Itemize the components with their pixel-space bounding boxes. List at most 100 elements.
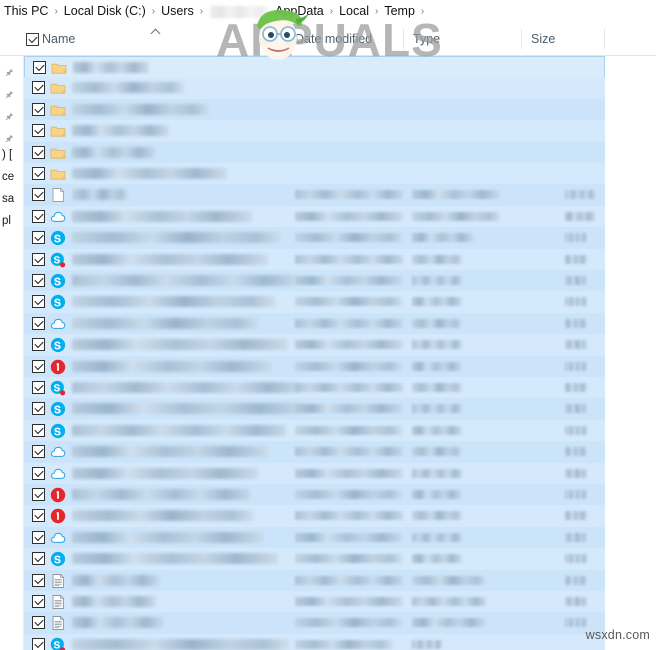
table-row[interactable] bbox=[24, 462, 605, 485]
column-header-date-modified[interactable]: Date modified bbox=[287, 23, 402, 55]
row-checkbox[interactable] bbox=[32, 338, 45, 352]
table-row[interactable] bbox=[24, 56, 605, 78]
breadcrumb-separator-icon[interactable]: › bbox=[149, 0, 158, 23]
table-row[interactable] bbox=[24, 334, 605, 357]
file-list[interactable] bbox=[24, 56, 656, 650]
row-checkbox[interactable] bbox=[32, 145, 45, 159]
table-row[interactable] bbox=[24, 612, 605, 635]
row-checkbox[interactable] bbox=[32, 445, 45, 459]
table-row[interactable] bbox=[24, 505, 605, 528]
table-row[interactable] bbox=[24, 526, 605, 549]
cell-date-modified-blurred bbox=[295, 233, 403, 243]
table-row[interactable] bbox=[24, 77, 605, 100]
table-row[interactable] bbox=[24, 484, 605, 506]
column-divider[interactable] bbox=[521, 29, 522, 49]
breadcrumb-separator-icon[interactable]: › bbox=[197, 0, 206, 23]
row-checkbox[interactable] bbox=[32, 530, 45, 544]
breadcrumb-item-appdata[interactable]: AppData bbox=[272, 0, 327, 23]
breadcrumb-separator-icon[interactable]: › bbox=[372, 0, 381, 23]
row-checkbox[interactable] bbox=[32, 167, 45, 180]
nav-pane-item[interactable]: sa bbox=[0, 188, 23, 210]
table-row[interactable] bbox=[24, 227, 605, 250]
table-row[interactable] bbox=[24, 163, 605, 185]
table-row[interactable] bbox=[24, 419, 605, 442]
table-row[interactable] bbox=[24, 248, 605, 271]
row-checkbox[interactable] bbox=[32, 402, 45, 416]
table-row[interactable] bbox=[24, 98, 605, 121]
table-row[interactable] bbox=[24, 120, 605, 143]
cell-type-blurred bbox=[412, 297, 462, 307]
table-row[interactable] bbox=[24, 633, 605, 650]
column-header-type[interactable]: Type bbox=[405, 23, 520, 55]
column-header-size[interactable]: Size bbox=[523, 23, 603, 55]
breadcrumb-separator-icon[interactable]: › bbox=[418, 0, 427, 23]
cell-date-modified-blurred bbox=[295, 340, 403, 350]
row-checkbox[interactable] bbox=[32, 81, 45, 95]
breadcrumb-item-users[interactable]: Users bbox=[158, 0, 197, 23]
row-checkbox[interactable] bbox=[32, 616, 45, 630]
nav-pane-item[interactable]: ce bbox=[0, 166, 23, 188]
skype-dot-icon bbox=[50, 380, 66, 396]
breadcrumb-item-local[interactable]: Local bbox=[336, 0, 372, 23]
pin-icon bbox=[5, 63, 14, 77]
table-row[interactable] bbox=[24, 591, 605, 613]
row-checkbox[interactable] bbox=[32, 552, 45, 566]
row-checkbox[interactable] bbox=[32, 295, 45, 309]
column-divider[interactable] bbox=[604, 29, 605, 49]
cell-type-blurred bbox=[412, 554, 462, 564]
cell-date-modified-blurred bbox=[295, 490, 403, 499]
table-row[interactable] bbox=[24, 398, 605, 421]
breadcrumb-item-username-blurred[interactable] bbox=[210, 5, 269, 18]
navigation-pane[interactable]: ) [ce sa pl bbox=[0, 56, 24, 650]
folder-icon bbox=[51, 60, 67, 76]
row-checkbox[interactable] bbox=[32, 274, 45, 287]
table-row[interactable] bbox=[24, 141, 605, 164]
nav-pane-item[interactable] bbox=[0, 78, 23, 100]
table-row[interactable] bbox=[24, 548, 605, 571]
table-row[interactable] bbox=[24, 270, 605, 292]
row-checkbox[interactable] bbox=[32, 209, 45, 223]
table-row[interactable] bbox=[24, 312, 605, 335]
row-checkbox[interactable] bbox=[32, 316, 45, 330]
wsxdn-watermark: wsxdn.com bbox=[585, 628, 650, 642]
row-checkbox[interactable] bbox=[32, 188, 45, 202]
nav-pane-item[interactable]: ) [ bbox=[0, 144, 23, 166]
row-checkbox[interactable] bbox=[33, 61, 46, 74]
row-checkbox[interactable] bbox=[32, 488, 45, 501]
breadcrumb-separator-icon[interactable]: › bbox=[51, 0, 60, 23]
row-checkbox[interactable] bbox=[32, 252, 45, 266]
row-checkbox[interactable] bbox=[32, 595, 45, 608]
table-row[interactable] bbox=[24, 205, 605, 228]
cell-size-blurred bbox=[565, 190, 595, 200]
table-row[interactable] bbox=[24, 377, 605, 399]
table-row[interactable] bbox=[24, 569, 605, 592]
table-row[interactable] bbox=[24, 184, 605, 207]
breadcrumb-item-this-pc[interactable]: This PC bbox=[1, 0, 51, 23]
column-divider[interactable] bbox=[281, 29, 282, 49]
row-checkbox[interactable] bbox=[32, 381, 45, 394]
table-row[interactable] bbox=[24, 291, 605, 314]
cloud-icon bbox=[50, 209, 66, 225]
row-checkbox[interactable] bbox=[32, 231, 45, 245]
nav-pane-item[interactable] bbox=[0, 100, 23, 122]
column-header-name[interactable]: Name bbox=[34, 23, 279, 55]
table-row[interactable] bbox=[24, 441, 605, 464]
nav-pane-item[interactable]: pl bbox=[0, 210, 23, 232]
nav-pane-item[interactable] bbox=[0, 56, 23, 78]
row-checkbox[interactable] bbox=[32, 573, 45, 587]
row-checkbox[interactable] bbox=[32, 102, 45, 116]
table-row[interactable] bbox=[24, 355, 605, 378]
row-checkbox[interactable] bbox=[32, 637, 45, 650]
row-checkbox[interactable] bbox=[32, 423, 45, 437]
nav-pane-item[interactable] bbox=[0, 122, 23, 144]
column-divider[interactable] bbox=[403, 29, 404, 49]
breadcrumb-item-local-disk[interactable]: Local Disk (C:) bbox=[61, 0, 149, 23]
folder-icon bbox=[50, 145, 66, 161]
row-checkbox[interactable] bbox=[32, 359, 45, 373]
row-checkbox[interactable] bbox=[32, 124, 45, 138]
row-checkbox[interactable] bbox=[32, 466, 45, 480]
row-checkbox[interactable] bbox=[32, 509, 45, 523]
breadcrumb-separator-icon[interactable]: › bbox=[327, 0, 336, 23]
breadcrumb-item-temp[interactable]: Temp bbox=[381, 0, 418, 23]
breadcrumb[interactable]: This PC › Local Disk (C:) › Users › AppD… bbox=[0, 0, 656, 23]
